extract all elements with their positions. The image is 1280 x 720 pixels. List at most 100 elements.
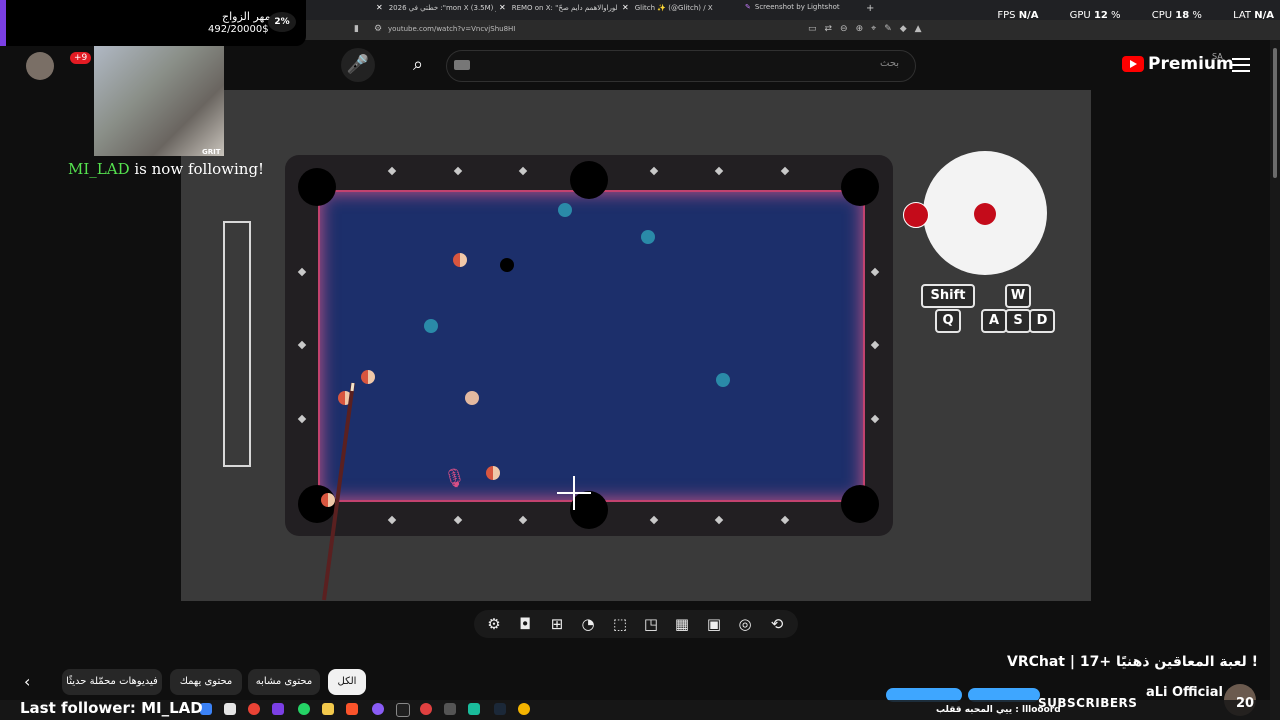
chevron-left-icon[interactable]: ‹ — [24, 672, 30, 691]
settings-icon[interactable]: ⚙ — [484, 614, 504, 634]
pool-ball — [558, 203, 572, 217]
new-tab-button[interactable]: + — [866, 3, 874, 14]
key-q: Q — [935, 309, 961, 333]
pocket — [841, 168, 879, 206]
pocket — [841, 485, 879, 523]
app-icon[interactable] — [518, 703, 530, 715]
youtube-logo-icon[interactable] — [1122, 56, 1144, 72]
lat-label: LAT — [1233, 10, 1252, 21]
app-icon[interactable] — [396, 703, 410, 717]
pocket — [570, 161, 608, 199]
pool-ball — [716, 373, 730, 387]
search-icon[interactable]: ⌕ — [404, 48, 432, 82]
browser-tab[interactable]: ✕ 2026 خطتي في :"mon X (3.5M) دراكو — [376, 3, 496, 17]
browser-tab[interactable]: ✕ Glitch ✨ (@Glitch) / X — [622, 3, 740, 17]
app-icon[interactable] — [372, 703, 384, 715]
scrollbar-thumb[interactable] — [1273, 48, 1277, 178]
audio-icon[interactable]: ◎ — [735, 614, 755, 634]
chip-interests[interactable]: محتوى يهمك — [170, 669, 242, 695]
app-icon[interactable] — [420, 703, 432, 715]
browser-tab[interactable]: ✕ REMO on X: "تي بالوراوالاهمم دايم صحّ — [499, 3, 617, 17]
alert-tag: GRIT — [202, 148, 221, 156]
performance-overlay: FPS N/A GPU 12 % CPU 18 % LAT N/A — [997, 10, 1274, 21]
donation-goal-widget — [0, 0, 306, 46]
selection-icon[interactable]: ⬚ — [610, 614, 630, 634]
folder-icon[interactable] — [322, 703, 334, 715]
loop-icon[interactable]: ⟲ — [767, 614, 787, 634]
key-d: D — [1029, 309, 1055, 333]
bookmark-icon[interactable]: ▮ — [354, 24, 359, 34]
follower-name: MI_LAD — [68, 160, 130, 178]
search-input[interactable] — [446, 50, 916, 82]
key-s: S — [1005, 309, 1031, 333]
keyboard-icon[interactable] — [454, 60, 470, 70]
search-placeholder: بحث — [880, 58, 900, 69]
last-follower-label: Last follower: MI_LAD — [20, 699, 203, 717]
follower-alert-text: MI_LAD is now following! — [68, 160, 264, 178]
chrome-icon[interactable] — [248, 703, 260, 715]
browser-tab[interactable]: ✎ Screenshot by Lightshot — [745, 3, 863, 17]
app-icon[interactable] — [224, 703, 236, 715]
region-label: SA — [1212, 52, 1223, 61]
cpu-label: CPU — [1151, 10, 1173, 21]
spin-point — [974, 203, 996, 225]
avatar[interactable] — [26, 52, 54, 80]
microphone-icon[interactable]: 🎤 — [341, 48, 375, 82]
screenshot-icon[interactable]: ◘ — [515, 614, 535, 634]
goal-percent: 2% — [268, 12, 296, 32]
cpu-value: 18 — [1175, 10, 1190, 21]
fps-value: N/A — [1018, 10, 1039, 21]
channel-name[interactable]: aLi Official — [1146, 685, 1223, 700]
resize-icon[interactable]: ◳ — [641, 614, 661, 634]
app-icon[interactable] — [272, 703, 284, 715]
pool-ball — [641, 230, 655, 244]
brave-icon[interactable] — [346, 703, 358, 715]
tab-title: Glitch ✨ (@Glitch) / X — [634, 4, 713, 12]
pool-table-cloth[interactable] — [318, 190, 865, 502]
subscribers-count: 20 — [1236, 696, 1255, 711]
x-icon: ✕ — [622, 3, 629, 12]
key-w: W — [1005, 284, 1031, 308]
fps-label: FPS — [997, 10, 1016, 21]
pool-ball — [453, 253, 467, 267]
tab-title: 2026 خطتي في :"mon X (3.5M) دراكو — [388, 4, 496, 12]
chip-all[interactable]: الكل — [328, 669, 366, 695]
shot-power-bar — [223, 221, 251, 467]
gpu-value: 12 — [1093, 10, 1108, 21]
goal-title: مهر الزواج — [222, 10, 271, 23]
steam-icon[interactable] — [494, 703, 506, 715]
cast-settings-icon[interactable]: ▣ — [704, 614, 724, 634]
gpu-label: GPU — [1069, 10, 1091, 21]
app-icon[interactable] — [444, 703, 456, 715]
site-info-icon[interactable]: ⚙ — [374, 24, 382, 34]
tab-title: REMO on X: "تي بالوراوالاهمم دايم صحّ — [511, 4, 617, 12]
clapper-icon[interactable]: ▦ — [672, 614, 692, 634]
subscribers-label: SUBSCRIBERS — [1038, 696, 1138, 710]
chip-recent[interactable]: فيديوهات محمّلة حديثًا — [62, 669, 162, 695]
key-shift: Shift — [921, 284, 975, 308]
pool-ball — [500, 258, 514, 272]
crosshair-icon — [557, 476, 591, 510]
muted-mic-icon: 🎙 — [443, 468, 466, 489]
speed-icon[interactable]: ◔ — [578, 614, 598, 634]
pocket — [298, 168, 336, 206]
menu-icon[interactable] — [1232, 58, 1250, 72]
video-title[interactable]: VRChat | 17+ لعبة المعاقين ذهنيًا ! — [1007, 654, 1258, 670]
pool-ball — [486, 466, 500, 480]
cue-stick — [322, 382, 355, 601]
chip-similar[interactable]: محتوى مشابه — [248, 669, 320, 695]
app-icon[interactable] — [468, 703, 480, 715]
browser-toolbar-icons[interactable]: ▭⇄⊖⊕⌖✎◆▲ — [808, 24, 930, 34]
key-a: A — [981, 309, 1007, 333]
url-text[interactable]: youtube.com/watch?v=VncvjShu8HI — [388, 25, 515, 33]
notification-badge[interactable]: +9 — [70, 52, 92, 64]
spin-handle[interactable] — [903, 202, 929, 228]
tab-title: Screenshot by Lightshot — [754, 3, 840, 11]
whatsapp-icon[interactable] — [298, 703, 310, 715]
follow-message: is now following! — [129, 160, 265, 178]
add-icon[interactable]: ⊞ — [547, 614, 567, 634]
x-icon: ✕ — [499, 3, 506, 12]
feather-icon: ✎ — [745, 3, 751, 11]
goal-amount: 492/20000$ — [208, 24, 269, 35]
lat-value: N/A — [1254, 10, 1274, 21]
